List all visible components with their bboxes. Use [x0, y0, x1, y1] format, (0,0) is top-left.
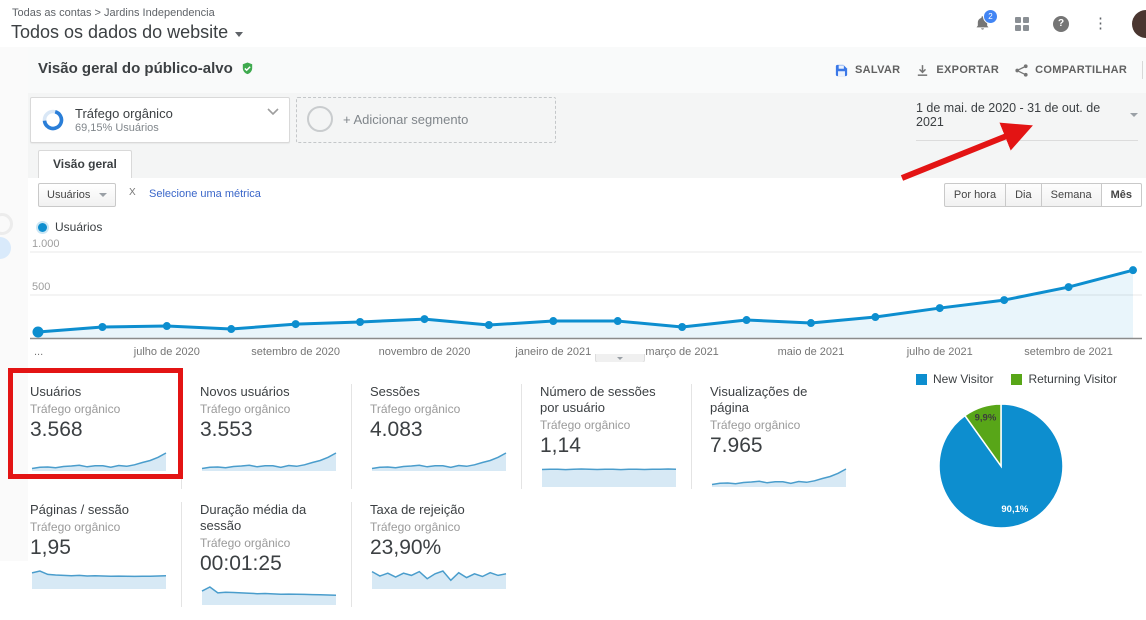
- sparkline: [201, 586, 337, 605]
- svg-text:novembro de 2020: novembro de 2020: [379, 346, 471, 358]
- share-icon: [1015, 63, 1028, 77]
- sparkline: [31, 570, 167, 589]
- legend-swatch-icon: [916, 373, 927, 385]
- sparkline: [541, 468, 677, 487]
- legend-returning-visitor: Returning Visitor: [1011, 372, 1117, 386]
- svg-text:9,9%: 9,9%: [975, 413, 997, 424]
- scorecard-duracao-media[interactable]: Duração média da sessão Tráfego orgânico…: [200, 502, 352, 607]
- top-bar: Todas as contas > Jardins Independencia …: [0, 0, 1146, 48]
- page-title: Visão geral do público-alvo: [38, 60, 233, 77]
- granularity-hour[interactable]: Por hora: [943, 183, 1007, 207]
- svg-text:90,1%: 90,1%: [1001, 504, 1028, 515]
- scorecard-sessoes-por-usuario[interactable]: Número de sessões por usuário Tráfego or…: [540, 384, 692, 489]
- chevron-down-icon[interactable]: [267, 108, 279, 115]
- scorecard-row: Páginas / sessão Tráfego orgânico 1,95 D…: [30, 502, 879, 607]
- granularity-month[interactable]: Mês: [1101, 183, 1142, 207]
- series-label: Usuários: [55, 220, 103, 234]
- svg-text:janeiro de 2021: janeiro de 2021: [514, 346, 591, 358]
- left-nav-rail: [0, 47, 29, 561]
- scorecard-usuarios[interactable]: Usuários Tráfego orgânico 3.568: [30, 384, 182, 489]
- scorecard-paginas-sessao[interactable]: Páginas / sessão Tráfego orgânico 1,95: [30, 502, 182, 607]
- property-selector-label: Todos os dados do website: [11, 22, 229, 42]
- export-button[interactable]: EXPORTAR: [915, 63, 999, 78]
- scorecard-taxa-rejeicao[interactable]: Taxa de rejeição Tráfego orgânico 23,90%: [370, 502, 521, 607]
- timeseries-chart-section: Usuários 500 1.000... julho de 2020 setembr…: [28, 212, 1146, 364]
- report-header: Visão geral do público-alvo SALVAR EXPOR…: [28, 47, 1146, 94]
- chevron-down-icon: [617, 356, 623, 360]
- svg-text:março de 2021: março de 2021: [645, 346, 718, 358]
- add-segment-label: + Adicionar segmento: [343, 111, 469, 127]
- share-button[interactable]: COMPARTILHAR: [1014, 63, 1127, 78]
- sparkline: [31, 452, 167, 471]
- svg-text:setembro de 2020: setembro de 2020: [251, 346, 340, 358]
- active-segment-chip[interactable]: Tráfego orgânico 69,15% Usuários: [30, 97, 290, 143]
- chevron-down-icon: [1130, 113, 1138, 117]
- legend-new-visitor: New Visitor: [916, 372, 993, 386]
- save-button[interactable]: SALVAR: [834, 63, 900, 78]
- svg-text:julho de 2020: julho de 2020: [133, 346, 200, 358]
- granularity-day[interactable]: Dia: [1006, 183, 1042, 207]
- pie-legend: New Visitor Returning Visitor: [916, 372, 1117, 386]
- date-range-selector[interactable]: 1 de mai. de 2020 - 31 de out. de 2021: [916, 101, 1138, 141]
- select-metric-link[interactable]: Selecione uma métrica: [149, 188, 261, 200]
- segment-band: Tráfego orgânico 69,15% Usuários + Adici…: [28, 93, 1146, 150]
- property-selector[interactable]: Todos os dados do website: [11, 22, 244, 43]
- legend-swatch-icon: [1011, 373, 1023, 385]
- tab-strip: Visão geral: [28, 150, 1146, 179]
- divider: [1142, 61, 1144, 79]
- controls-row: Usuários X Selecione uma métrica Por hor…: [28, 178, 1146, 212]
- avatar[interactable]: [1132, 9, 1146, 38]
- date-range-text: 1 de mai. de 2020 - 31 de out. de 2021: [916, 101, 1101, 129]
- help-icon[interactable]: ?: [1053, 15, 1069, 32]
- svg-text:500: 500: [32, 281, 50, 293]
- rail-decoration-icon: [0, 237, 11, 259]
- save-icon: [835, 64, 848, 76]
- visitor-type-pie-chart[interactable]: 90,1% 9,9%: [928, 388, 1078, 538]
- sparkline: [371, 570, 507, 589]
- scorecards-section: Usuários Tráfego orgânico 3.568 Novos us…: [28, 362, 1146, 607]
- segment-donut-icon: [42, 109, 64, 131]
- scorecard-novos-usuarios[interactable]: Novos usuários Tráfego orgânico 3.553: [200, 384, 352, 489]
- segment-name: Tráfego orgânico: [75, 106, 173, 121]
- download-icon: [918, 64, 928, 76]
- scorecard-sessoes[interactable]: Sessões Tráfego orgânico 4.083: [370, 384, 522, 489]
- users-line-chart[interactable]: 500 1.000... julho de 2020 setembro de 2020…: [30, 238, 1142, 364]
- rail-decoration-icon: [0, 213, 13, 235]
- remove-metric-button[interactable]: X: [129, 187, 136, 198]
- svg-text:...: ...: [34, 346, 43, 358]
- tab-visao-geral[interactable]: Visão geral: [38, 150, 132, 179]
- empty-segment-ring-icon: [307, 106, 333, 132]
- chevron-down-icon: [235, 31, 244, 37]
- shield-check-icon: [242, 61, 252, 74]
- svg-text:julho de 2021: julho de 2021: [906, 346, 973, 358]
- kebab-menu-icon[interactable]: ⋮: [1093, 16, 1108, 31]
- svg-text:maio de 2021: maio de 2021: [778, 346, 845, 358]
- notifications-button[interactable]: 2: [973, 8, 998, 33]
- segment-subtitle: 69,15% Usuários: [75, 122, 159, 134]
- notification-badge: 2: [983, 8, 998, 24]
- apps-grid-icon[interactable]: [1015, 16, 1029, 31]
- svg-text:setembro de 2021: setembro de 2021: [1024, 346, 1113, 358]
- sparkline: [711, 468, 847, 487]
- sparkline: [371, 452, 507, 471]
- breadcrumb[interactable]: Todas as contas > Jardins Independencia: [12, 7, 215, 19]
- topbar-icons: 2 ? ⋮: [973, 0, 1146, 47]
- metric-dropdown-label: Usuários: [47, 189, 91, 201]
- scorecard-row: Usuários Tráfego orgânico 3.568 Novos us…: [30, 384, 879, 489]
- granularity-group: Por hora Dia Semana Mês: [943, 183, 1142, 207]
- svg-text:1.000: 1.000: [32, 238, 60, 250]
- scorecard-visualizacoes[interactable]: Visualizações de página Tráfego orgânico…: [710, 384, 861, 489]
- granularity-week[interactable]: Semana: [1041, 183, 1102, 207]
- metric-dropdown[interactable]: Usuários: [38, 183, 117, 207]
- chevron-down-icon: [99, 193, 108, 197]
- sparkline: [201, 452, 337, 471]
- series-dot-icon: [38, 222, 47, 232]
- report-title-row: Visão geral do público-alvo: [38, 60, 255, 77]
- chart-legend: Usuários: [38, 220, 102, 234]
- add-segment-chip[interactable]: + Adicionar segmento: [296, 97, 556, 143]
- report-actions: SALVAR EXPORTAR COMPARTILHAR 2: [834, 47, 1146, 93]
